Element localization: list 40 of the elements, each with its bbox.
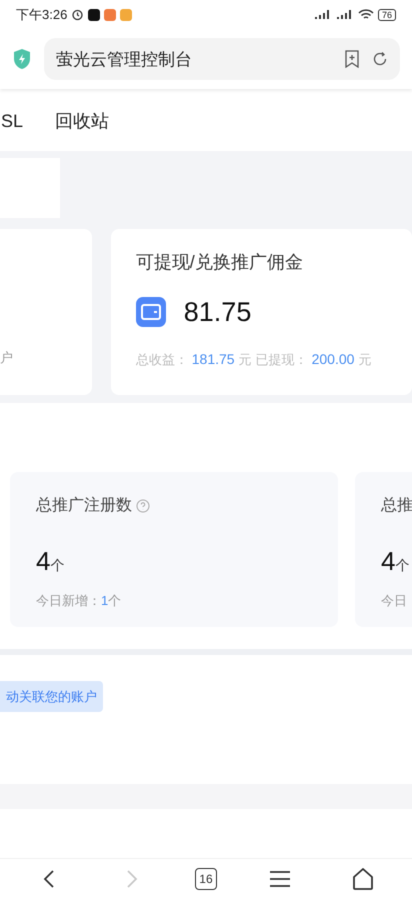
app-icon	[120, 8, 132, 21]
tabs-button[interactable]: 16	[194, 868, 217, 890]
total-label: 总收益：	[136, 350, 188, 369]
notice-tag: 动关联您的账户	[0, 680, 103, 712]
today-value: 1	[101, 592, 108, 610]
bookmark-add-icon[interactable]	[344, 50, 360, 68]
today-label: 今日	[381, 592, 407, 610]
stat-title: 总推广注册数	[36, 496, 132, 516]
signal-icon	[336, 9, 354, 20]
withdrawn-label: 已提现：	[256, 350, 308, 369]
app-icon	[104, 8, 116, 21]
status-time: 下午3:26	[16, 6, 68, 24]
nav-tab[interactable]: SL	[0, 102, 28, 142]
today-label: 今日新增：	[36, 592, 101, 610]
refresh-icon[interactable]	[372, 51, 388, 68]
wifi-icon	[358, 8, 374, 21]
menu-icon	[268, 870, 291, 888]
stat-count: 4	[36, 545, 50, 578]
shield-icon	[12, 48, 32, 70]
nav-tab[interactable]: 回收站	[51, 102, 114, 142]
stat-unit: 个	[50, 556, 64, 576]
signal-icon	[314, 9, 332, 20]
back-icon	[43, 868, 56, 889]
stat-count: 4	[381, 545, 396, 578]
app-icon	[88, 8, 100, 21]
stat-unit: 个	[395, 556, 410, 576]
today-unit: 个	[108, 592, 122, 610]
unit-label: 元	[238, 350, 252, 369]
home-icon	[350, 866, 375, 891]
unit-label: 元	[358, 350, 372, 369]
forward-icon	[126, 868, 138, 889]
address-field[interactable]: 萤光云管理控制台	[44, 38, 400, 80]
card-caption: 户	[0, 348, 13, 367]
balance-amount: 81.75	[184, 296, 252, 330]
card-title: 可提现/兑换推广佣金	[136, 251, 304, 274]
wallet-icon	[136, 297, 166, 328]
withdrawn-value: 200.00	[312, 350, 354, 369]
battery-indicator: 76	[378, 8, 396, 21]
alarm-icon	[71, 8, 84, 22]
total-value: 181.75	[192, 350, 235, 369]
